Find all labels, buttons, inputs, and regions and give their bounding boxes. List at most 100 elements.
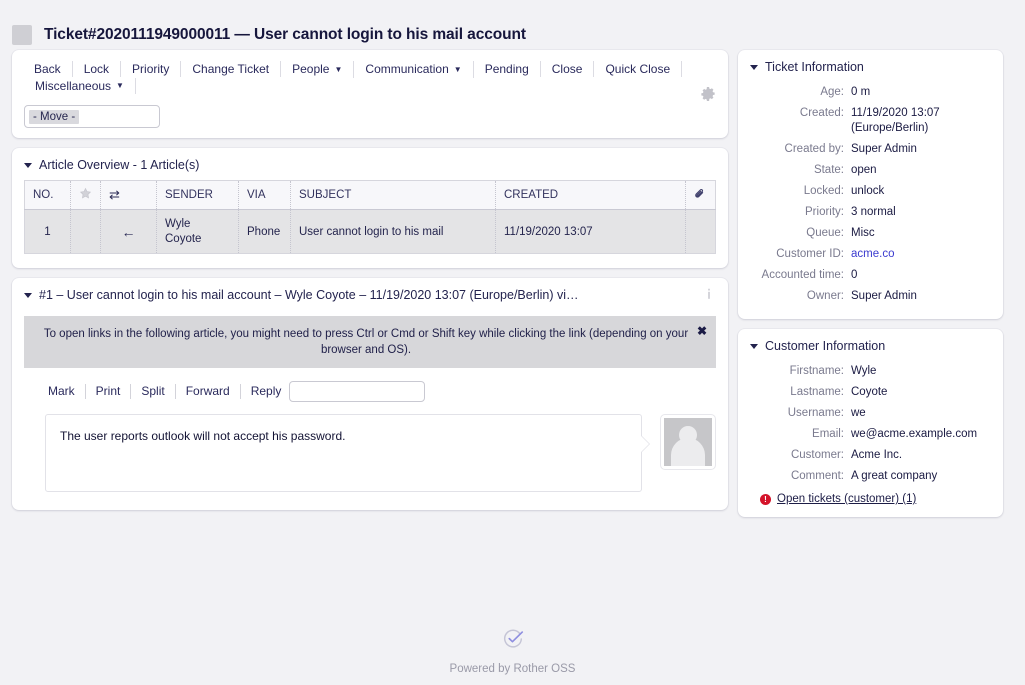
field-email: Email: we@acme.example.com	[738, 424, 1003, 445]
gear-icon[interactable]	[700, 86, 716, 102]
column-header-sender[interactable]: SENDER	[157, 181, 239, 210]
column-header-via[interactable]: VIA	[239, 181, 291, 210]
field-owner: Owner: Super Admin	[738, 286, 1003, 307]
article-action-print[interactable]: Print	[86, 384, 132, 399]
toolbar-item-quick-close[interactable]: Quick Close	[594, 61, 682, 77]
toolbar-item-label: Communication	[365, 62, 448, 76]
collapse-toggle-icon[interactable]	[750, 65, 758, 70]
ticket-zoom-page: Ticket#2020111949000011 — User cannot lo…	[0, 0, 1025, 685]
field-value: 3 normal	[851, 205, 896, 220]
field-label: Priority:	[738, 205, 851, 220]
toolbar-item-lock[interactable]: Lock	[73, 61, 121, 77]
close-icon[interactable]: ✖	[697, 325, 707, 337]
toolbar-item-label: Quick Close	[605, 62, 670, 76]
field-comment: Comment: A great company	[738, 466, 1003, 487]
sidebar-column: Ticket Information Age: 0 m Created: 11/…	[738, 50, 1003, 527]
cell-sender: Wyle Coyote	[157, 210, 239, 254]
toolbar-item-back[interactable]: Back	[24, 61, 73, 77]
column-header-created[interactable]: CREATED	[496, 181, 686, 210]
cell-no: 1	[25, 210, 71, 254]
article-overview-title: Article Overview - 1 Article(s)	[39, 158, 199, 172]
info-icon[interactable]	[702, 287, 716, 301]
article-body-bubble: The user reports outlook will not accept…	[45, 414, 642, 492]
column-header-direction[interactable]: ⇄	[101, 181, 157, 210]
column-header-star[interactable]	[71, 181, 101, 210]
toolbar-item-label: Pending	[485, 62, 529, 76]
toolbar-item-communication[interactable]: Communication▼	[354, 61, 473, 78]
collapse-toggle-icon[interactable]	[24, 293, 32, 298]
chevron-down-icon: ▼	[334, 62, 342, 78]
ticket-information-header: Ticket Information	[738, 50, 1003, 82]
column-header-no[interactable]: NO.	[25, 181, 71, 210]
customer-information-widget: Customer Information Firstname: Wyle Las…	[738, 329, 1003, 517]
field-value: we@acme.example.com	[851, 427, 977, 442]
cell-star[interactable]	[71, 210, 101, 254]
toolbar-item-label: Close	[552, 62, 583, 76]
article-detail-widget: #1 – User cannot login to his mail accou…	[12, 278, 728, 510]
content-columns: Back Lock Priority Change Ticket People ▼	[0, 50, 1025, 527]
toolbar-item-change-ticket[interactable]: Change Ticket	[181, 61, 281, 77]
field-label: Queue:	[738, 226, 851, 241]
toolbar-item-label: Back	[34, 62, 61, 76]
toolbar-item-close[interactable]: Close	[541, 61, 595, 77]
article-body-text: The user reports outlook will not accept…	[60, 429, 345, 443]
main-column: Back Lock Priority Change Ticket People ▼	[12, 50, 728, 520]
exchange-arrows-icon: ⇄	[109, 187, 120, 202]
field-value: A great company	[851, 469, 937, 484]
article-detail-title: #1 – User cannot login to his mail accou…	[39, 288, 579, 302]
article-link-notice-text: To open links in the following article, …	[44, 328, 688, 356]
collapse-toggle-icon[interactable]	[24, 163, 32, 168]
customer-id-link[interactable]: acme.co	[851, 247, 894, 262]
field-value: 11/19/2020 13:07 (Europe/Berlin)	[851, 106, 971, 136]
field-label: Age:	[738, 85, 851, 100]
field-value: Acme Inc.	[851, 448, 902, 463]
reply-select-input[interactable]	[289, 381, 425, 402]
field-value: 0 m	[851, 85, 870, 100]
article-body-row: The user reports outlook will not accept…	[12, 402, 728, 510]
field-label: State:	[738, 163, 851, 178]
field-value: Wyle	[851, 364, 876, 379]
toolbar-item-label: People	[292, 62, 329, 76]
article-overview-widget: Article Overview - 1 Article(s) NO.	[12, 148, 728, 268]
alert-exclamation-icon: !	[760, 494, 771, 505]
avatar	[660, 414, 716, 470]
cell-via: Phone	[239, 210, 291, 254]
toolbar-item-miscellaneous[interactable]: Miscellaneous▼	[24, 78, 136, 95]
cell-direction: ←	[101, 210, 157, 254]
field-username: Username: we	[738, 403, 1003, 424]
field-queue: Queue: Misc	[738, 223, 1003, 244]
move-queue-select[interactable]: - Move -	[24, 105, 160, 128]
field-value: open	[851, 163, 877, 178]
check-circle-icon	[0, 627, 1025, 656]
cell-subject: User cannot login to his mail	[291, 210, 496, 254]
field-label: Created by:	[738, 142, 851, 157]
toolbar-item-priority[interactable]: Priority	[121, 61, 181, 77]
field-accounted-time: Accounted time: 0	[738, 265, 1003, 286]
article-action-forward[interactable]: Forward	[176, 384, 241, 399]
field-age: Age: 0 m	[738, 82, 1003, 103]
article-action-split[interactable]: Split	[131, 384, 175, 399]
customer-information-header: Customer Information	[738, 329, 1003, 361]
collapse-toggle-icon[interactable]	[750, 344, 758, 349]
toolbar-item-label: Lock	[84, 62, 109, 76]
field-state: State: open	[738, 160, 1003, 181]
field-label: Customer ID:	[738, 247, 851, 262]
toolbar-item-pending[interactable]: Pending	[474, 61, 541, 77]
table-row[interactable]: 1 ← Wyle Coyote Phone User cannot login …	[25, 210, 716, 254]
ticket-action-toolbar: Back Lock Priority Change Ticket People ▼	[12, 50, 728, 138]
article-link-notice: To open links in the following article, …	[24, 316, 716, 368]
column-header-attachment[interactable]	[686, 181, 716, 210]
page-footer: Powered by Rother OSS	[0, 627, 1025, 675]
field-label: Firstname:	[738, 364, 851, 379]
column-header-subject[interactable]: SUBJECT	[291, 181, 496, 210]
toolbar-item-people[interactable]: People ▼	[281, 61, 354, 78]
field-value: unlock	[851, 184, 884, 199]
field-created: Created: 11/19/2020 13:07 (Europe/Berlin…	[738, 103, 1003, 139]
open-tickets-link[interactable]: Open tickets (customer) (1)	[777, 493, 916, 505]
page-title: Ticket#2020111949000011 — User cannot lo…	[44, 26, 526, 44]
field-priority: Priority: 3 normal	[738, 202, 1003, 223]
star-icon	[79, 187, 92, 200]
article-action-reply[interactable]: Reply	[241, 384, 290, 399]
move-queue-value: - Move -	[29, 110, 79, 124]
article-action-mark[interactable]: Mark	[48, 384, 86, 399]
